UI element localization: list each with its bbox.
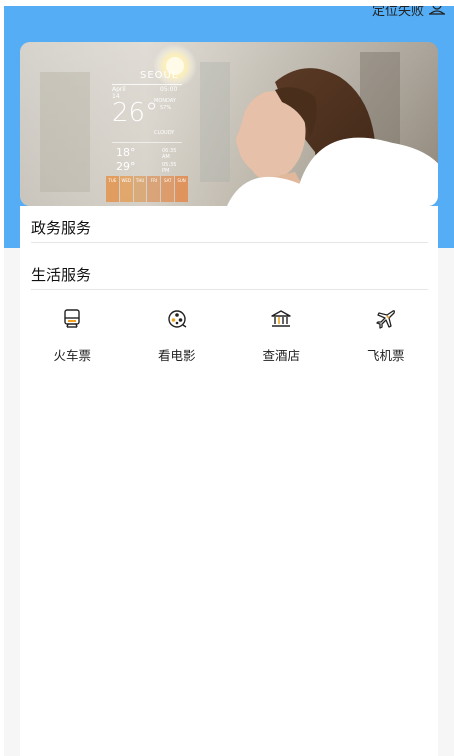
service-label: 飞机票 bbox=[366, 348, 405, 363]
forecast-strip: TUE WED THU FRI SAT SUN bbox=[106, 176, 188, 202]
forecast-day: FRI bbox=[147, 176, 161, 202]
forecast-day: SUN bbox=[175, 176, 188, 202]
location-text: 定位失败 bbox=[371, 6, 424, 19]
app-page: 定位失败 SEOUL April 14 05:00 26° MONDAY 57%… bbox=[4, 6, 454, 756]
service-hotels[interactable]: 查酒店 bbox=[229, 302, 334, 372]
weather-weekday: MONDAY bbox=[154, 98, 176, 104]
service-train-tickets[interactable]: 火车票 bbox=[20, 302, 125, 372]
airplane-icon bbox=[376, 310, 395, 329]
weather-sunrise: 06:35 AM bbox=[162, 148, 177, 160]
weather-sunset: 05:35 PM bbox=[162, 162, 177, 174]
cloud-icon bbox=[227, 137, 438, 206]
film-reel-icon bbox=[168, 310, 187, 328]
forecast-day: THU bbox=[133, 176, 147, 202]
service-movies[interactable]: 看电影 bbox=[125, 302, 230, 372]
service-flights[interactable]: 飞机票 bbox=[334, 302, 439, 372]
government-services-title: 政务服务 bbox=[31, 219, 92, 237]
train-icon bbox=[64, 309, 80, 328]
services-card: 政务服务 生活服务 火车票 看电影 查酒店 飞机票 bbox=[20, 206, 438, 756]
weather-city: SEOUL bbox=[140, 70, 179, 81]
hotel-building-icon bbox=[271, 310, 291, 327]
weather-humidity: 57% bbox=[160, 105, 172, 111]
weather-low: 18° bbox=[116, 146, 136, 159]
life-services-title: 生活服务 bbox=[31, 266, 92, 284]
section-divider bbox=[31, 242, 428, 243]
location-status[interactable]: 定位失败 bbox=[372, 6, 446, 19]
forecast-day: TUE bbox=[106, 176, 119, 202]
section-divider bbox=[31, 289, 428, 290]
forecast-day: SAT bbox=[161, 176, 175, 202]
location-person-icon bbox=[429, 6, 445, 15]
weather-time: 05:00 bbox=[160, 86, 178, 93]
weather-condition: CLOUDY bbox=[154, 130, 175, 136]
weather-high: 29° bbox=[116, 160, 136, 173]
promo-banner[interactable]: SEOUL April 14 05:00 26° MONDAY 57% CLOU… bbox=[20, 42, 438, 206]
service-label: 查酒店 bbox=[262, 348, 300, 363]
service-label: 看电影 bbox=[157, 348, 196, 363]
service-label: 火车票 bbox=[53, 348, 91, 363]
forecast-day: WED bbox=[119, 176, 133, 202]
life-services-grid: 火车票 看电影 查酒店 飞机票 bbox=[20, 302, 438, 372]
